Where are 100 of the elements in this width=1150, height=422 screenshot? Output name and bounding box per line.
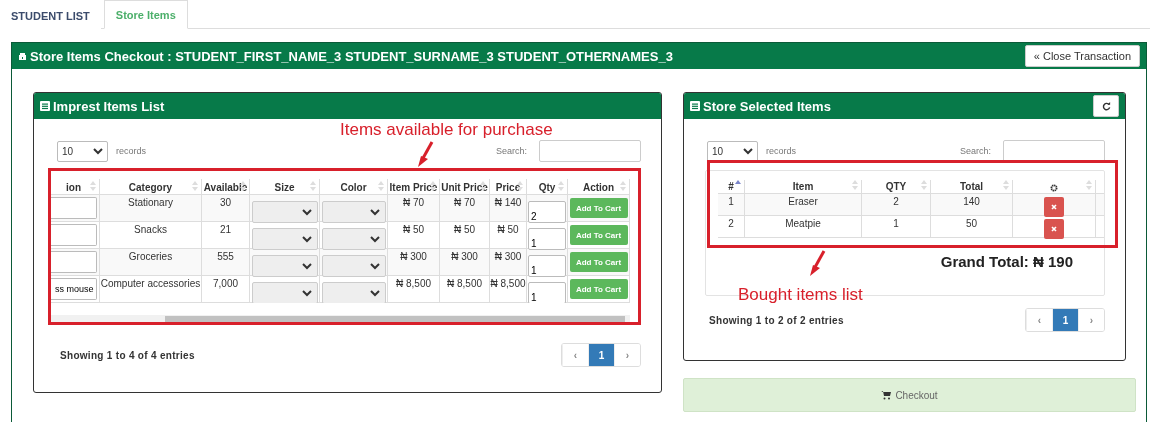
column-header[interactable]: Color [340, 182, 367, 193]
checkout-button[interactable]: Checkout [683, 378, 1136, 412]
table-cell: 21 [219, 224, 232, 235]
table-cell: ₦ 8,500 [396, 278, 431, 289]
page-length-select[interactable]: 10 [57, 140, 108, 162]
entries-info: Showing 1 to 2 of 2 entries [709, 314, 844, 326]
size-select[interactable] [251, 255, 318, 277]
column-header[interactable]: QTY [885, 181, 907, 192]
entries-info: Showing 1 to 4 of 4 entries [60, 349, 195, 361]
column-header[interactable]: Item [792, 181, 814, 192]
table-cell: ₦ 50 [497, 224, 519, 235]
table-cell: Stationary [128, 197, 173, 208]
sort-icon [378, 181, 384, 191]
description-field[interactable] [48, 224, 97, 246]
chevron-down-icon [369, 235, 380, 243]
page-button[interactable]: 1 [588, 344, 614, 366]
chevron-down-icon [369, 208, 380, 216]
remove-button[interactable] [1044, 219, 1064, 239]
chevron-down-icon [369, 262, 380, 270]
color-select[interactable] [321, 228, 386, 250]
table-cell: ₦ 70 [402, 197, 425, 208]
search-field[interactable] [539, 140, 641, 162]
table-cell: 140 [963, 196, 980, 207]
color-select[interactable] [321, 201, 386, 223]
qty-field[interactable]: 2 [528, 201, 566, 223]
column-header[interactable]: Action [582, 182, 615, 193]
column-header[interactable]: Unit Price [441, 182, 488, 193]
sort-icon [240, 181, 246, 191]
sort-icon [620, 181, 626, 191]
chevron-down-icon [301, 289, 312, 297]
search-field[interactable] [1003, 140, 1105, 162]
chevron-down-icon [93, 147, 103, 155]
records-label: records [766, 146, 796, 156]
table-cell: ₦ 8,500 [447, 278, 482, 289]
annotation-arrow [810, 250, 826, 276]
records-label: records [116, 146, 146, 156]
table-cell: 2 [893, 196, 899, 207]
qty-field[interactable]: 1 [528, 282, 566, 303]
refresh-button[interactable] [1093, 95, 1119, 117]
annotation-arrow [418, 141, 434, 167]
gear-icon [1050, 184, 1058, 192]
column-header[interactable]: ion [66, 182, 81, 193]
table-cell: 50 [965, 218, 978, 229]
grand-total: Grand Total: ₦ 190 [940, 253, 1073, 270]
column-header[interactable]: Price [495, 182, 521, 193]
annotation-text: Bought items list [738, 285, 863, 305]
qty-field[interactable]: 1 [528, 228, 566, 250]
search-label: Search: [495, 146, 527, 156]
color-select[interactable] [321, 255, 386, 277]
sort-icon [310, 181, 316, 191]
column-header[interactable]: Available [203, 182, 248, 193]
list-icon [40, 101, 50, 111]
column-header[interactable]: # [728, 181, 734, 192]
table-cell: ₦ 50 [453, 224, 476, 235]
panel-title: Store Items Checkout : STUDENT_FIRST_NAME_3 STUDENT_SURNAME_3 STUDENT_OTHERNAMES_3 [30, 48, 673, 64]
table-cell: Computer accessories [100, 278, 201, 289]
table-cell: ₦ 300 [494, 251, 522, 262]
close-icon [1051, 226, 1057, 232]
page-button[interactable]: › [1078, 309, 1104, 331]
sort-icon [430, 181, 436, 191]
table-cell: 2 [728, 218, 734, 229]
cart-icon [881, 390, 892, 400]
chevron-down-icon [369, 289, 380, 297]
table-cell: Eraser [788, 196, 818, 207]
color-select[interactable] [321, 282, 386, 303]
horizontal-scrollbar[interactable] [48, 315, 630, 323]
close-icon [1051, 204, 1057, 210]
chevron-down-icon [301, 235, 312, 243]
remove-button[interactable] [1044, 197, 1064, 217]
qty-field[interactable]: 1 [528, 255, 566, 277]
description-field[interactable] [48, 197, 97, 219]
chevron-down-icon [743, 147, 753, 155]
table-cell: ₦ 8,500 [490, 278, 526, 289]
size-select[interactable] [251, 228, 318, 250]
table-cell: 1 [728, 196, 734, 207]
column-header[interactable]: Category [128, 182, 173, 193]
close-transaction-button[interactable]: « Close Transaction [1024, 45, 1140, 67]
chevron-down-icon [301, 208, 312, 216]
sort-icon [480, 181, 486, 191]
description-field[interactable]: ss mouse [48, 278, 97, 300]
description-field[interactable] [48, 251, 97, 273]
table-cell: Meatpie [785, 218, 821, 229]
sort-icon [558, 181, 564, 191]
list-icon [690, 101, 700, 111]
table-cell: ₦ 300 [451, 251, 478, 262]
page-length-select[interactable]: 10 [707, 140, 758, 162]
sort-icon [192, 181, 198, 191]
table-cell: 30 [219, 197, 232, 208]
column-header[interactable]: Size [274, 182, 295, 193]
page-button[interactable]: › [614, 344, 640, 366]
column-header[interactable]: Total [959, 181, 984, 192]
table-cell: 555 [217, 251, 234, 262]
sort-icon [90, 181, 96, 191]
table-cell: Groceries [128, 251, 173, 262]
page-button[interactable]: 1 [1052, 309, 1078, 331]
size-select[interactable] [251, 282, 318, 303]
annotation-text: Items available for purchase [340, 120, 553, 140]
size-select[interactable] [251, 201, 318, 223]
refresh-icon [1101, 101, 1111, 111]
column-header[interactable]: Qty [538, 182, 556, 193]
